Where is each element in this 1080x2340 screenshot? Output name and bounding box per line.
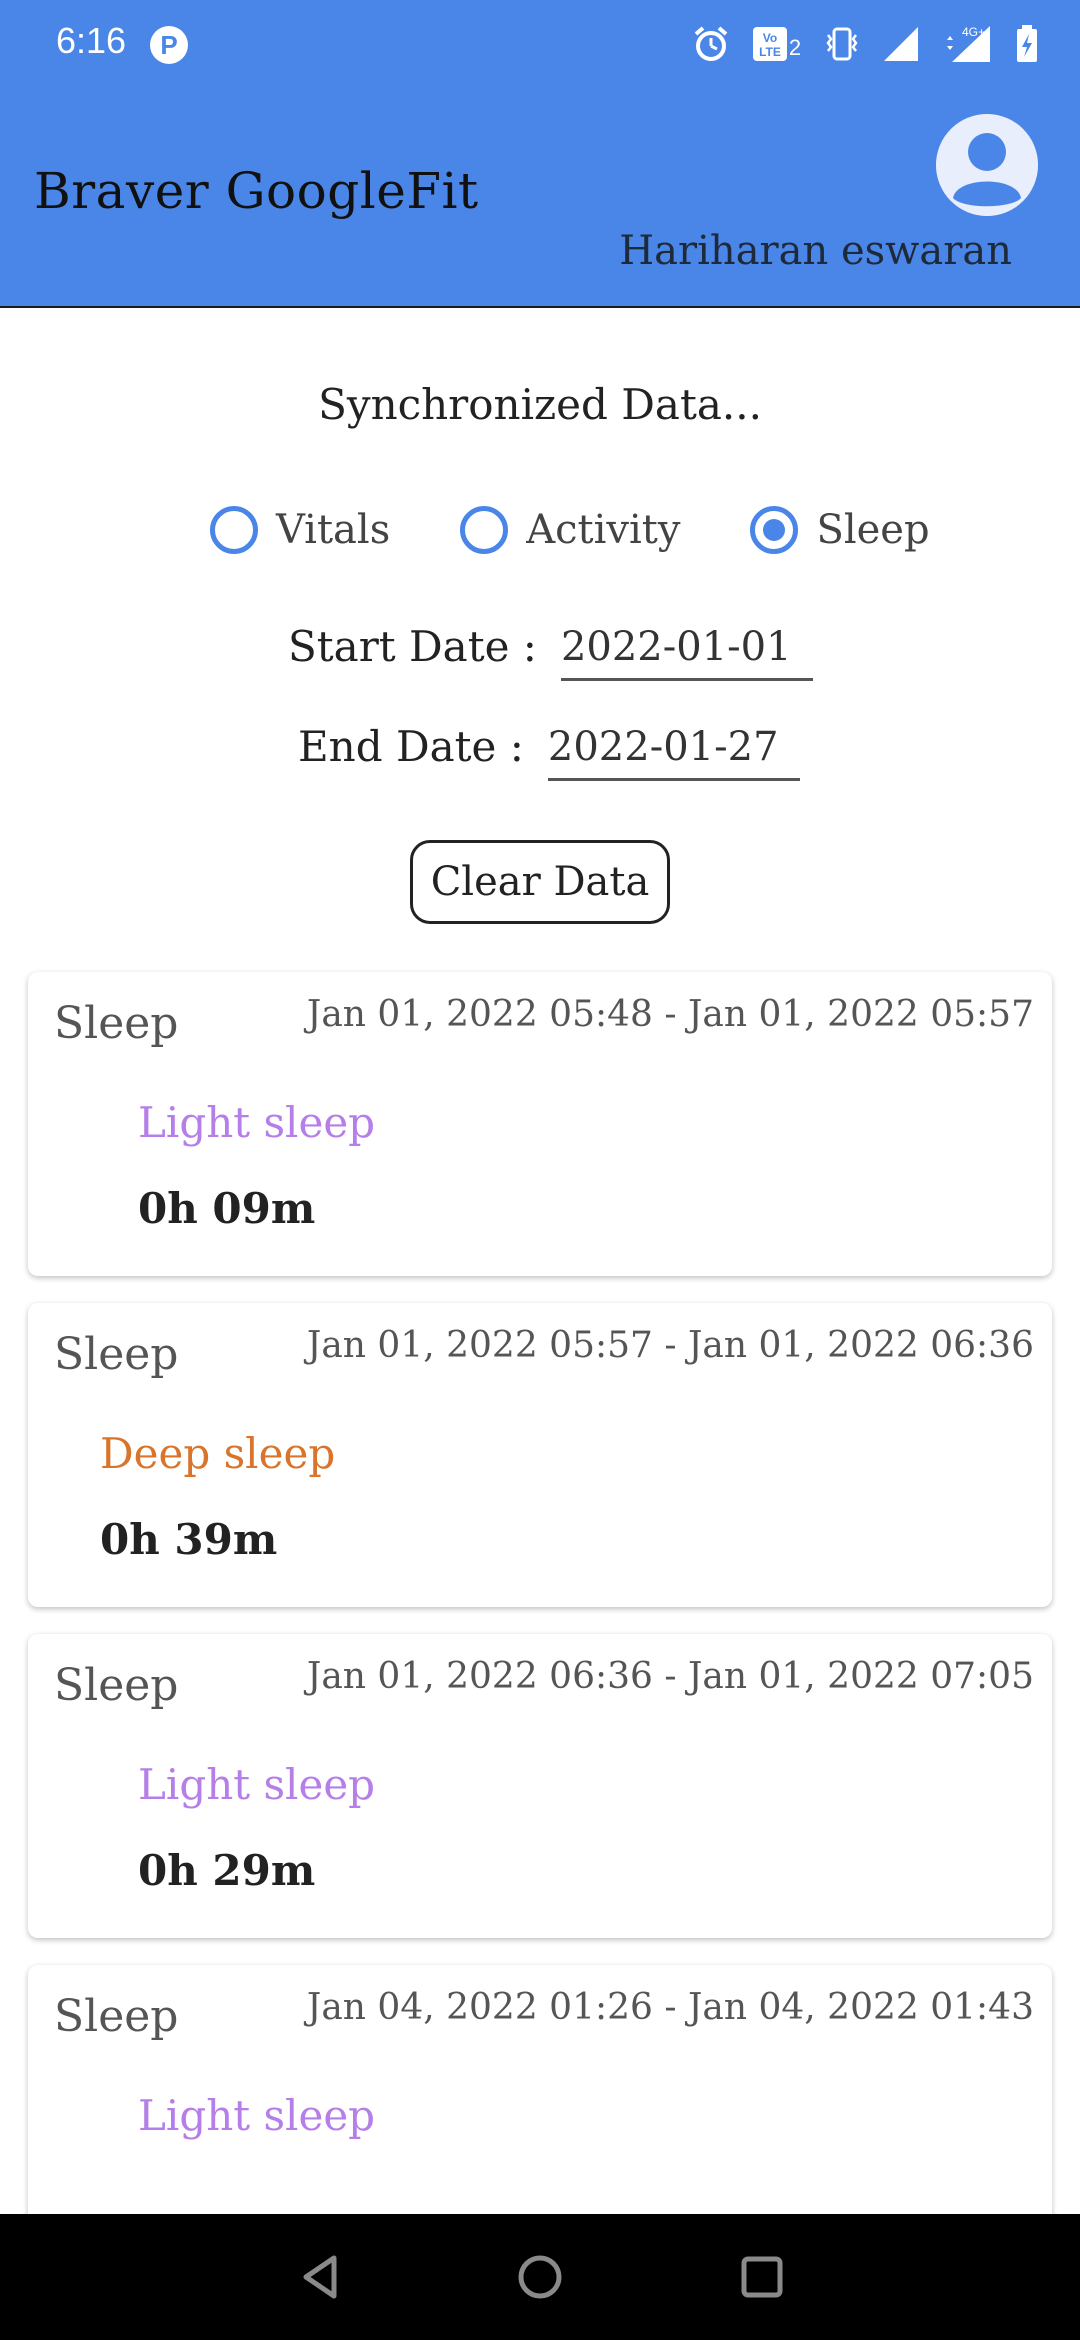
end-date-label: End Date : bbox=[298, 722, 524, 771]
volte-icon: Vo LTE 2 bbox=[752, 25, 802, 63]
card-duration: 0h 39m bbox=[100, 1515, 278, 1564]
start-date-label: Start Date : bbox=[288, 622, 537, 671]
signal-icon bbox=[882, 25, 920, 63]
radio-activity[interactable]: Activity bbox=[460, 506, 680, 554]
end-date-input[interactable] bbox=[547, 724, 800, 781]
svg-text:2: 2 bbox=[789, 35, 801, 60]
battery-icon bbox=[1014, 24, 1040, 64]
card-type: Sleep bbox=[54, 1660, 179, 1711]
card-date-range: Jan 04, 2022 01:26 - Jan 04, 2022 01:43 bbox=[306, 1987, 1034, 2028]
user-icon bbox=[936, 114, 1038, 216]
sync-title: Synchronized Data... bbox=[318, 380, 762, 429]
radio-sleep-circle[interactable] bbox=[750, 506, 799, 554]
end-date-row: End Date : bbox=[298, 722, 800, 781]
card-type: Sleep bbox=[54, 998, 179, 1049]
card-date-range: Jan 01, 2022 05:57 - Jan 01, 2022 06:36 bbox=[306, 1325, 1034, 1366]
alarm-icon bbox=[692, 25, 730, 63]
app-notification-icon: P bbox=[150, 26, 188, 64]
vibrate-icon bbox=[824, 25, 860, 63]
data-type-radio-group: Vitals Activity Sleep bbox=[210, 506, 930, 554]
card-sleep-stage: Light sleep bbox=[138, 1760, 376, 1809]
system-nav-bar bbox=[0, 2214, 1080, 2340]
card-type: Sleep bbox=[54, 1991, 179, 2042]
app-title: Braver GoogleFit bbox=[34, 162, 479, 220]
start-date-row: Start Date : bbox=[288, 622, 813, 681]
radio-vitals-circle[interactable] bbox=[210, 506, 258, 554]
radio-sleep-label: Sleep bbox=[816, 507, 930, 553]
radio-activity-label: Activity bbox=[526, 507, 681, 553]
user-name: Hariharan eswaran bbox=[619, 228, 1012, 274]
card-sleep-stage: Light sleep bbox=[138, 2091, 376, 2140]
sleep-card[interactable]: Sleep Jan 01, 2022 05:48 - Jan 01, 2022 … bbox=[28, 972, 1052, 1276]
clear-data-button[interactable]: Clear Data bbox=[410, 840, 670, 924]
home-icon[interactable] bbox=[515, 2252, 565, 2302]
back-icon[interactable] bbox=[296, 2252, 346, 2302]
start-date-input[interactable] bbox=[560, 624, 813, 681]
status-time: 6:16 bbox=[56, 20, 127, 61]
card-date-range: Jan 01, 2022 05:48 - Jan 01, 2022 05:57 bbox=[306, 994, 1034, 1035]
card-duration: 0h 09m bbox=[138, 1184, 316, 1233]
status-icons: Vo LTE 2 4G+ bbox=[692, 22, 1040, 66]
avatar[interactable] bbox=[936, 114, 1038, 216]
network-label: 4G+ bbox=[962, 25, 985, 39]
4g-signal-icon: 4G+ bbox=[942, 24, 992, 64]
svg-text:Vo: Vo bbox=[763, 31, 777, 45]
card-duration: 0h 29m bbox=[138, 1846, 316, 1895]
svg-text:LTE: LTE bbox=[759, 45, 781, 59]
app-header: 6:16 P Vo LTE 2 4G+ Braver GoogleFit Har… bbox=[0, 0, 1080, 308]
card-sleep-stage: Light sleep bbox=[138, 1098, 376, 1147]
radio-vitals-label: Vitals bbox=[276, 507, 391, 553]
sleep-card[interactable]: Sleep Jan 01, 2022 05:57 - Jan 01, 2022 … bbox=[28, 1303, 1052, 1607]
sleep-card[interactable]: Sleep Jan 01, 2022 06:36 - Jan 01, 2022 … bbox=[28, 1634, 1052, 1938]
card-sleep-stage: Deep sleep bbox=[100, 1429, 336, 1478]
recents-icon[interactable] bbox=[737, 2252, 787, 2302]
card-date-range: Jan 01, 2022 06:36 - Jan 01, 2022 07:05 bbox=[306, 1656, 1034, 1697]
card-type: Sleep bbox=[54, 1329, 179, 1380]
radio-vitals[interactable]: Vitals bbox=[210, 506, 390, 554]
radio-sleep[interactable]: Sleep bbox=[750, 506, 930, 554]
radio-activity-circle[interactable] bbox=[460, 506, 509, 554]
